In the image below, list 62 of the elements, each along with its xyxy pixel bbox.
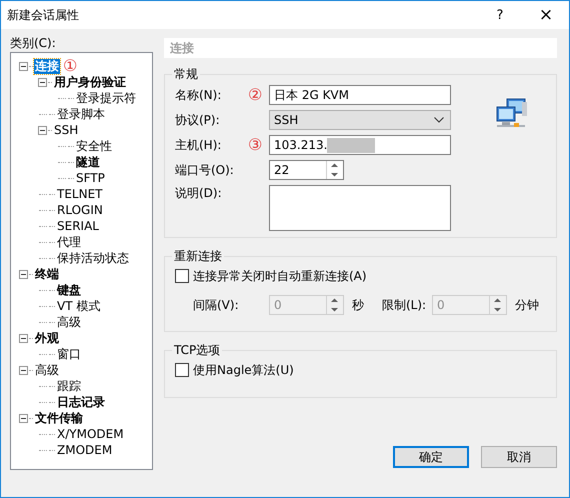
tree-item[interactable]: 高级 <box>56 314 82 330</box>
tree-item[interactable]: SFTP <box>75 170 106 186</box>
tree-item[interactable]: RLOGIN <box>56 202 104 218</box>
tree-item[interactable]: X/YMODEM <box>56 426 125 442</box>
tree-item[interactable]: 高级 <box>34 362 60 378</box>
description-field[interactable] <box>269 185 451 231</box>
tree-item[interactable]: 保持活动状态 <box>56 250 130 266</box>
tree-item[interactable]: 登录脚本 <box>56 106 106 122</box>
collapse-icon[interactable] <box>38 78 47 86</box>
field-label: 端口号(O): <box>175 162 235 178</box>
protocol-dropdown[interactable]: SSH <box>269 110 451 130</box>
group-title: 常规 <box>173 66 199 83</box>
tree-item[interactable]: 安全性 <box>75 138 113 154</box>
field-label: 协议(P): <box>175 112 221 128</box>
field-label: 间隔(V): <box>193 296 240 314</box>
help-button[interactable]: ? <box>477 1 523 29</box>
tree-item[interactable]: 登录提示符 <box>75 90 137 106</box>
collapse-icon[interactable] <box>38 126 47 134</box>
field-label: 限制(L): <box>382 296 428 314</box>
collapse-icon[interactable] <box>19 414 28 422</box>
dialog-button[interactable]: 确定 <box>393 446 469 468</box>
tree-item[interactable]: 键盘 <box>56 282 82 298</box>
collapse-icon[interactable] <box>19 62 28 70</box>
tree-item[interactable]: SERIAL <box>56 218 100 234</box>
text-field[interactable]: 日本 2G KVM <box>269 85 451 105</box>
annotation-number: ① <box>63 58 78 74</box>
annotation-number: ② <box>248 87 262 103</box>
tree-item[interactable]: VT 模式 <box>56 298 102 314</box>
tree-item[interactable]: 终端 <box>34 266 60 282</box>
field-label: 说明(D): <box>175 185 223 202</box>
group-title: 重新连接 <box>173 248 223 265</box>
tree-item[interactable]: 窗口 <box>56 346 82 362</box>
checkbox[interactable]: 使用Nagle算法(U) <box>175 361 546 379</box>
chevron-down-icon <box>434 117 444 123</box>
text-field[interactable]: 103.213. <box>269 135 451 155</box>
dialog-button[interactable]: 取消 <box>481 446 557 468</box>
tree-item[interactable]: TELNET <box>56 186 104 202</box>
tree-item[interactable]: 隧道 <box>75 154 101 170</box>
tree-item[interactable]: 日志记录 <box>56 394 106 410</box>
tree-item[interactable]: SSH <box>53 122 80 138</box>
unit-label: 秒 <box>352 296 364 314</box>
panel-title: 连接 <box>164 38 557 58</box>
tree-item[interactable]: ZMODEM <box>56 442 114 458</box>
tree-item[interactable]: 代理 <box>56 234 82 250</box>
tree-item[interactable]: 外观 <box>34 330 60 346</box>
tree-item[interactable]: 用户身份验证 <box>53 74 127 90</box>
port-spinbox[interactable]: 22 <box>269 160 344 180</box>
window-title: 新建会话属性 <box>7 6 80 24</box>
category-label: 类别(C): <box>10 35 57 52</box>
annotation-number: ③ <box>248 137 262 153</box>
field-label: 主机(H): <box>175 136 222 154</box>
close-button[interactable]: × <box>523 1 569 29</box>
unit-label: 分钟 <box>515 296 539 314</box>
collapse-icon[interactable] <box>19 334 28 342</box>
group-title: TCP选项 <box>173 342 222 359</box>
collapse-icon[interactable] <box>19 270 28 278</box>
tree-item[interactable]: 连接 <box>34 58 60 74</box>
field-label: 名称(N): <box>175 86 222 104</box>
tree-item[interactable]: 文件传输 <box>34 410 84 426</box>
collapse-icon[interactable] <box>19 366 28 374</box>
checkbox[interactable]: 连接异常关闭时自动重新连接(A) <box>175 267 546 285</box>
tree-item[interactable]: 跟踪 <box>56 378 82 394</box>
